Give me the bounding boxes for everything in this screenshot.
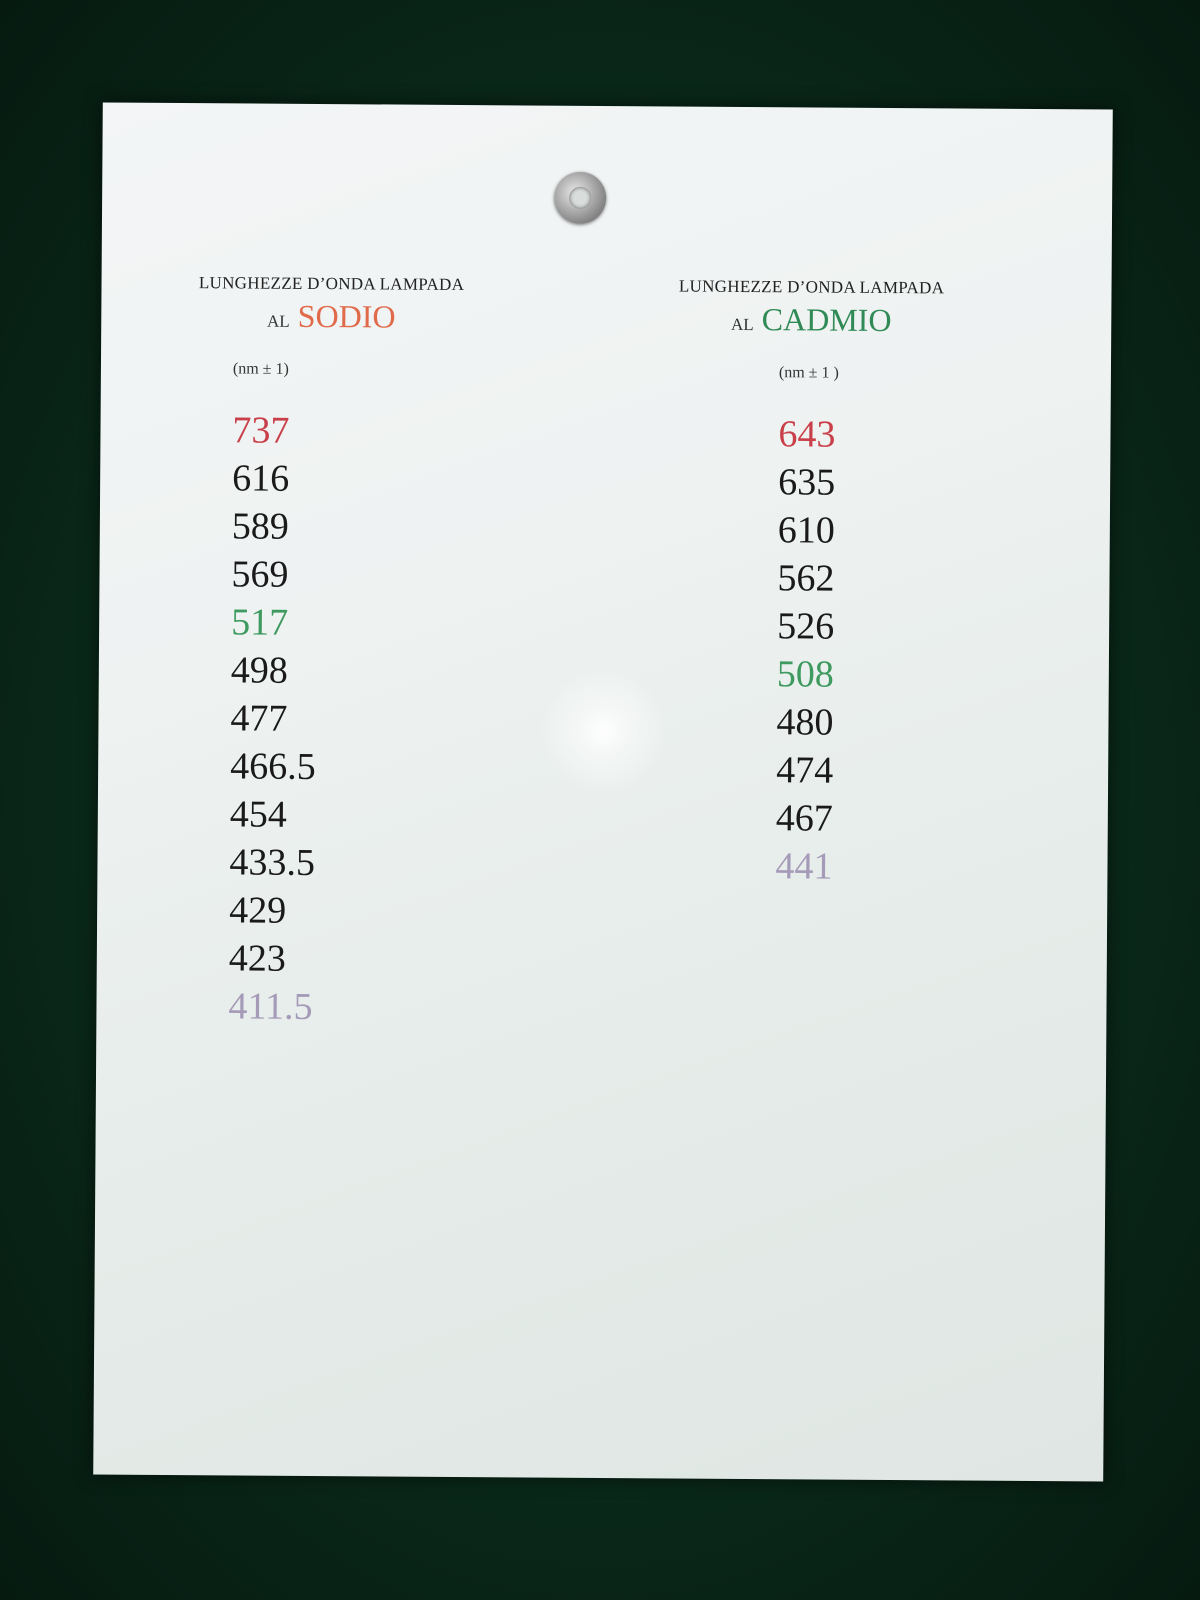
metal-eyelet-icon [553, 171, 607, 225]
cadmium-wavelength-list: 643 635 610 562 526 508 480 474 467 441 [775, 410, 1060, 892]
cadmium-wavelength-value: 441 [775, 845, 833, 888]
sodium-heading: LUNGHEZZE D’ONDA LAMPADA [198, 273, 465, 295]
cadmium-wavelength-value: 474 [776, 749, 834, 792]
sodium-wavelength-value: 429 [229, 889, 287, 932]
sodium-wavelength-value: 466.5 [230, 745, 316, 788]
cadmium-subheading: AL CADMIO [641, 300, 981, 339]
sodium-wavelength-value: 589 [231, 505, 289, 548]
cadmium-wavelength-value: 526 [777, 605, 835, 648]
paper-sheet: LUNGHEZZE D’ONDA LAMPADA AL SODIO (nm ± … [93, 102, 1113, 1482]
sodium-column: LUNGHEZZE D’ONDA LAMPADA AL SODIO (nm ± … [156, 273, 581, 1033]
green-board: LUNGHEZZE D’ONDA LAMPADA AL SODIO (nm ± … [0, 0, 1200, 1600]
sodium-wavelength-value: 411.5 [228, 985, 313, 1028]
cadmium-wavelength-value: 610 [777, 509, 835, 552]
cadmium-al-label: AL [730, 314, 754, 335]
sodium-wavelength-value: 517 [231, 601, 289, 644]
sodium-wavelength-value: 569 [231, 553, 289, 596]
sodium-subheading: AL SODIO [161, 297, 501, 336]
cadmium-unit: (nm ± 1 ) [778, 364, 839, 382]
sodium-al-label: AL [266, 311, 290, 331]
cadmium-wavelength-value: 643 [778, 413, 836, 456]
sodium-wavelength-value: 477 [230, 697, 288, 740]
cadmium-heading: LUNGHEZZE D’ONDA LAMPADA [678, 276, 945, 298]
sodium-wavelength-list: 737 616 589 569 517 498 477 466.5 454 433.5 429 423… [228, 406, 580, 1032]
sodium-wavelength-value: 433.5 [229, 841, 316, 884]
cadmium-wavelength-value: 562 [777, 557, 835, 600]
cadmium-wavelength-value: 508 [776, 653, 834, 696]
sodium-wavelength-value: 737 [232, 409, 290, 452]
sodium-wavelength-value: 423 [228, 937, 286, 980]
cadmium-wavelength-value: 635 [778, 461, 836, 504]
cadmium-wavelength-value: 480 [776, 701, 834, 744]
sodium-wavelength-value: 454 [229, 793, 287, 836]
cadmium-wavelength-value: 467 [775, 797, 833, 840]
cadmium-column: LUNGHEZZE D’ONDA LAMPADA AL CADMIO (nm ±… [637, 276, 1061, 892]
cadmium-element-name: CADMIO [761, 301, 892, 339]
sodium-wavelength-value: 498 [230, 649, 288, 692]
sodium-element-name: SODIO [297, 297, 396, 335]
sodium-wavelength-value: 616 [232, 457, 290, 500]
sodium-unit: (nm ± 1) [232, 360, 289, 378]
